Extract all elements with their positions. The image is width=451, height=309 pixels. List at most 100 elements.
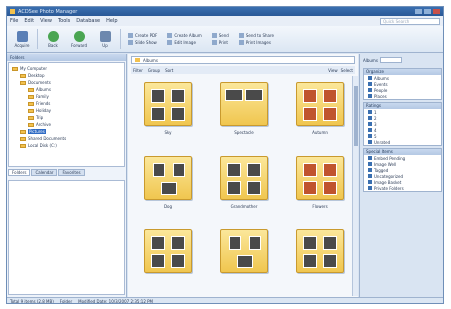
toolbar-separator — [120, 29, 121, 49]
print-button[interactable]: Print — [211, 40, 229, 45]
view-button[interactable]: View — [328, 68, 338, 73]
toolbar-group-create: Create PDF Slide Show — [125, 33, 160, 45]
minimize-button[interactable] — [415, 9, 422, 14]
print-icon — [211, 40, 217, 45]
tab-folders[interactable]: Folders — [8, 169, 31, 176]
photo-thumbnail — [323, 180, 337, 195]
tree-item[interactable]: Documents — [12, 79, 121, 86]
album-thumbnail — [220, 229, 268, 274]
back-button[interactable]: Back — [42, 30, 64, 48]
thumbnail-tile[interactable] — [212, 229, 276, 290]
organize-item-label: 2 — [374, 115, 377, 121]
slideshow-button[interactable]: Slide Show — [128, 40, 157, 45]
select-button[interactable]: Select — [341, 68, 353, 73]
status-bar: Total 9 items (2.8 MB) Folder Modified D… — [7, 297, 443, 304]
category-icon — [368, 186, 372, 190]
menu-bar: File Edit View Tools Database Help Quick… — [7, 16, 443, 26]
tree-item-label: Trip — [36, 115, 44, 120]
category-icon — [368, 128, 372, 132]
vertical-scrollbar[interactable] — [352, 76, 358, 296]
tree-item-label: Desktop — [28, 73, 45, 78]
tree-item-label: Albums — [36, 87, 51, 92]
toolbar-group-album: Create Album Edit Image — [164, 33, 204, 45]
camera-icon — [16, 30, 28, 42]
acquire-button[interactable]: Acquire — [11, 30, 33, 48]
thumbnail-tile[interactable] — [288, 229, 352, 290]
organize-item[interactable]: Places — [364, 93, 441, 99]
create-album-button[interactable]: Create Album — [167, 33, 202, 38]
photo-thumbnail — [303, 254, 317, 269]
maximize-button[interactable] — [424, 9, 431, 14]
thumbnail-tile[interactable] — [136, 229, 200, 290]
category-icon — [368, 110, 372, 114]
close-button[interactable] — [433, 9, 440, 14]
menu-view[interactable]: View — [40, 18, 52, 24]
thumbnail-tile[interactable]: Spectacle — [212, 82, 276, 148]
thumbnail-grid: Sky Spectacle Autumn Dog Grandmother Flowers — [132, 76, 350, 296]
tree-item[interactable]: Friends — [12, 100, 121, 107]
tree-item[interactable]: Trip — [12, 114, 121, 121]
album-thumbnail — [296, 229, 344, 274]
create-pdf-button[interactable]: Create PDF — [128, 33, 157, 38]
organize-dropdown[interactable] — [379, 57, 402, 63]
thumbnail-tile[interactable]: Sky — [136, 82, 200, 148]
tree-item[interactable]: Albums — [12, 86, 121, 93]
group-button[interactable]: Group — [148, 68, 160, 73]
menu-database[interactable]: Database — [76, 18, 100, 24]
tree-item[interactable]: Family — [12, 93, 121, 100]
quick-search-input[interactable]: Quick Search — [380, 17, 440, 25]
toolbar-separator — [37, 29, 38, 49]
folder-icon — [28, 122, 34, 127]
photo-thumbnail — [171, 107, 185, 121]
menu-tools[interactable]: Tools — [58, 18, 70, 24]
menu-help[interactable]: Help — [106, 18, 117, 24]
thumbnail-tile[interactable]: Grandmother — [212, 155, 276, 222]
tree-item-label: Documents — [28, 80, 51, 85]
tree-item[interactable]: Holiday — [12, 107, 121, 114]
tree-item[interactable]: Local Disk (C:) — [12, 142, 121, 149]
tree-item-label: Family — [36, 94, 49, 99]
tab-favorites[interactable]: Favorites — [58, 169, 85, 176]
photo-thumbnail — [303, 89, 317, 103]
tree-item[interactable]: Pictures — [12, 128, 121, 135]
menu-file[interactable]: File — [10, 18, 18, 24]
tree-item[interactable]: Shared Documents — [12, 135, 121, 142]
pdf-icon — [128, 33, 133, 38]
thumbnail-tile[interactable]: Dog — [136, 155, 200, 222]
scrollbar-thumb[interactable] — [354, 86, 358, 146]
photo-thumbnail — [227, 180, 241, 195]
tree-item[interactable]: My Computer — [12, 65, 121, 72]
printer-icon — [238, 40, 244, 45]
tree-item[interactable]: Archive — [12, 121, 121, 128]
filter-button[interactable]: Filter — [133, 68, 143, 73]
status-modified: Modified Date: 10/3/2007 2:35:12 PM — [78, 299, 154, 304]
organize-pane: Albums Organize Albums Events People Places R… — [359, 54, 443, 297]
tree-item[interactable]: Desktop — [12, 72, 121, 79]
forward-label: Forward — [70, 42, 88, 48]
album-icon — [167, 33, 173, 38]
menu-edit[interactable]: Edit — [24, 18, 34, 24]
address-bar[interactable]: Albums — [131, 56, 355, 64]
thumbnail-tile[interactable]: Flowers — [288, 155, 352, 222]
send-button[interactable]: Send — [211, 33, 229, 38]
photo-thumbnail — [323, 162, 337, 177]
category-icon — [368, 174, 372, 178]
photo-thumbnail — [171, 89, 185, 103]
sort-button[interactable]: Sort — [165, 68, 173, 73]
photo-thumbnail — [225, 89, 243, 101]
acquire-label: Acquire — [14, 42, 30, 48]
organize-item-label: Tagged — [374, 167, 389, 173]
share-button[interactable]: Send to Share — [238, 33, 274, 38]
organize-item[interactable]: Private Folders — [364, 185, 441, 191]
organize-item-label: 3 — [374, 121, 377, 127]
left-pane-tabs: Folders Calendar Favorites — [7, 168, 126, 177]
thumbnail-tile[interactable]: Autumn — [288, 82, 352, 148]
forward-button[interactable]: Forward — [68, 30, 90, 48]
up-button[interactable]: Up — [94, 30, 116, 48]
print-images-button[interactable]: Print Images — [238, 40, 274, 45]
organize-item[interactable]: Unrated — [364, 139, 441, 145]
edit-image-button[interactable]: Edit Image — [167, 40, 201, 45]
tab-calendar[interactable]: Calendar — [31, 169, 58, 176]
folder-icon — [28, 108, 34, 113]
photo-thumbnail — [323, 89, 337, 103]
